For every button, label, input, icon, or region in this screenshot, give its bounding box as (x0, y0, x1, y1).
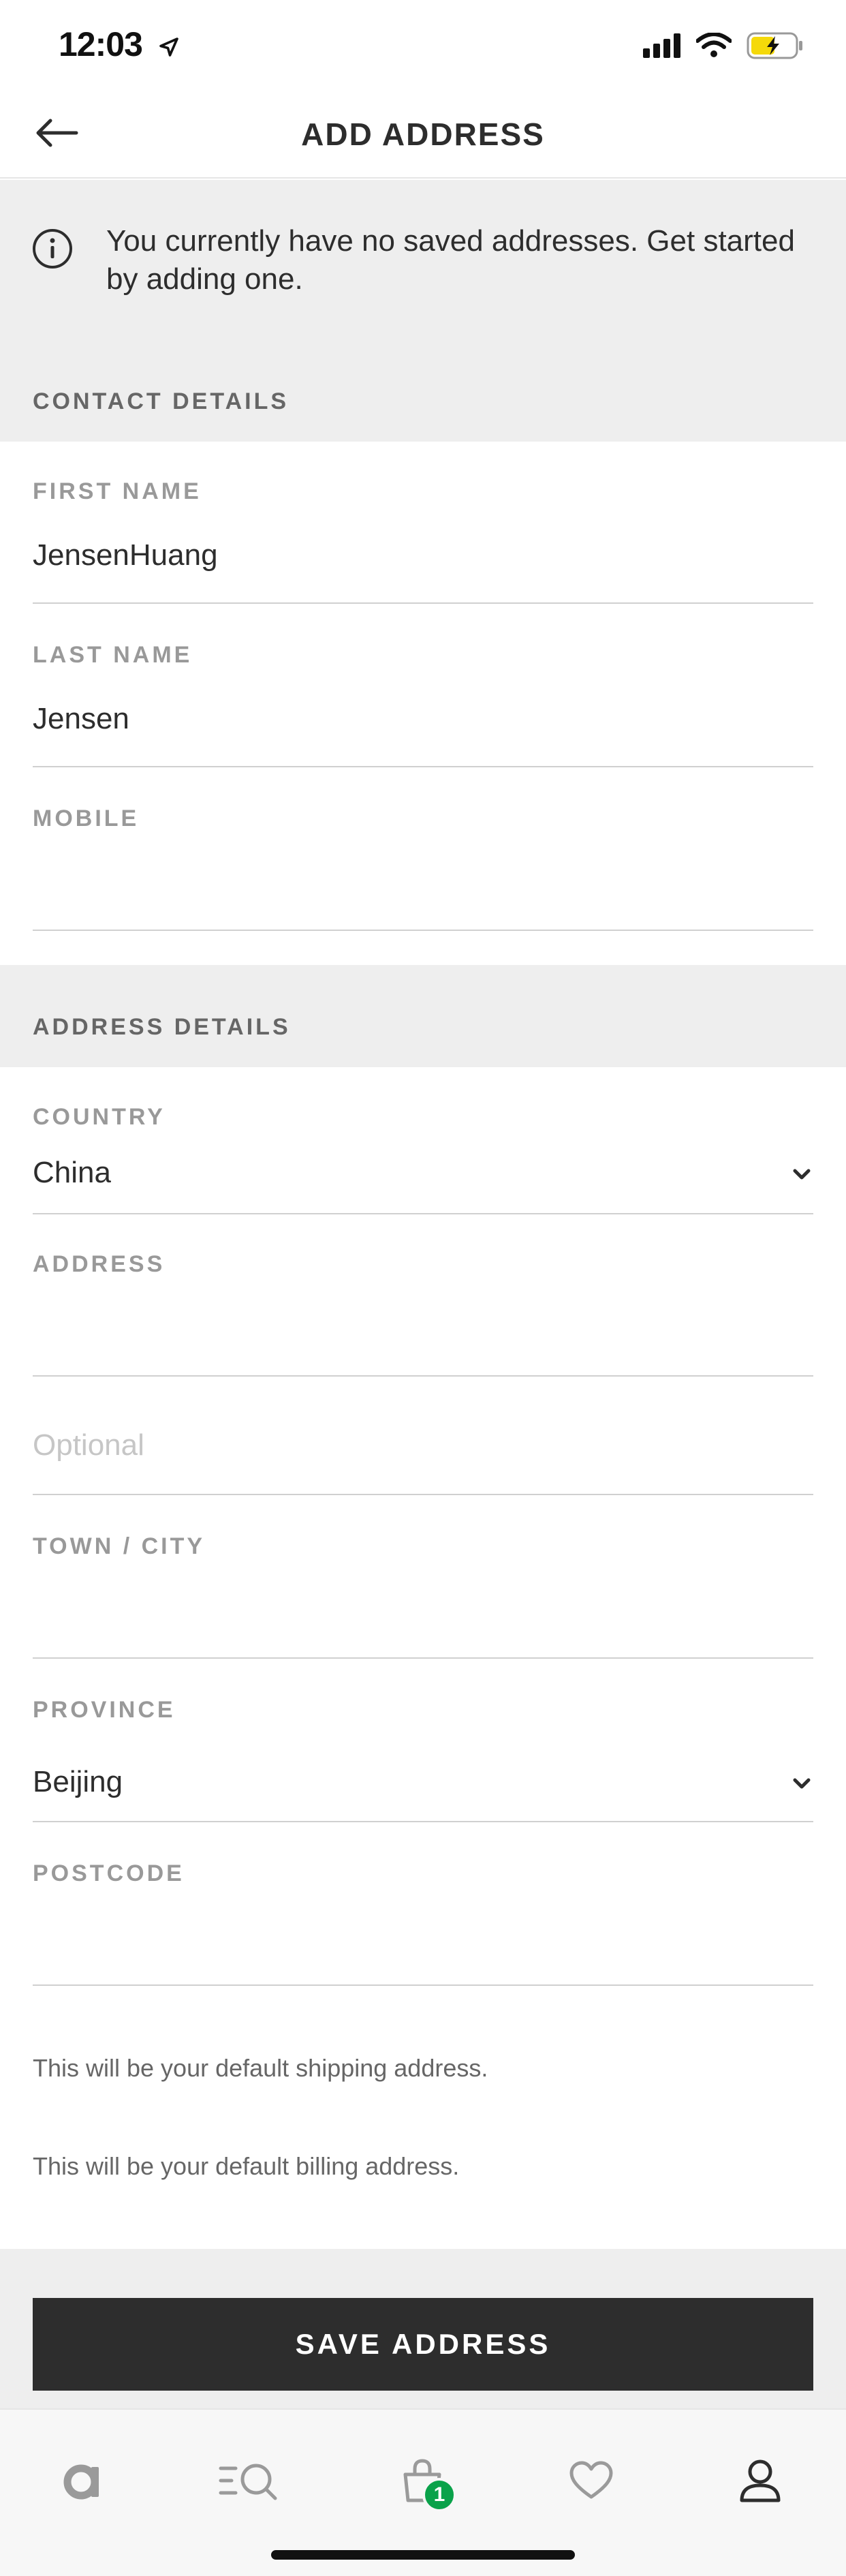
first-name-underline (33, 602, 813, 604)
country-underline (33, 1213, 813, 1214)
status-bar: 12:03 (0, 0, 846, 89)
contact-details-heading: CONTACT DETAILS (33, 388, 289, 414)
address-underline (33, 1375, 813, 1377)
mobile-field[interactable] (33, 865, 813, 920)
last-name-field[interactable]: Jensen (33, 702, 129, 736)
location-arrow-icon (159, 37, 178, 57)
tab-bag[interactable]: 1 (381, 2440, 463, 2521)
chevron-down-icon[interactable] (792, 1164, 812, 1184)
province-label: PROVINCE (33, 1697, 176, 1723)
heart-icon (569, 2461, 613, 2499)
home-logo-icon (63, 2464, 99, 2500)
default-shipping-note: This will be your default shipping addre… (33, 2054, 488, 2082)
tab-home[interactable] (44, 2440, 125, 2521)
page-title: ADD ADDRESS (301, 117, 545, 152)
info-icon (33, 229, 72, 269)
status-icons (643, 29, 804, 63)
first-name-label: FIRST NAME (33, 478, 202, 504)
last-name-label: LAST NAME (33, 642, 193, 668)
province-select[interactable]: Beijing (33, 1765, 123, 1799)
address-details-section: ADDRESS DETAILS (0, 965, 846, 1067)
tab-search[interactable] (211, 2440, 293, 2521)
town-city-label: TOWN / CITY (33, 1533, 206, 1559)
province-underline (33, 1821, 813, 1822)
save-address-button[interactable]: SAVE ADDRESS (33, 2298, 813, 2391)
first-name-field[interactable]: JensenHuang (33, 538, 218, 572)
header: ADD ADDRESS (0, 89, 846, 179)
postcode-underline (33, 1984, 813, 1986)
postcode-field[interactable] (33, 1919, 813, 1974)
wifi-icon (696, 33, 732, 57)
address-optional-underline (33, 1494, 813, 1495)
chevron-down-icon[interactable] (792, 1773, 812, 1794)
town-city-underline (33, 1657, 813, 1659)
tab-saved[interactable] (550, 2440, 632, 2521)
save-area: SAVE ADDRESS (0, 2249, 846, 2408)
postcode-label: POSTCODE (33, 1860, 185, 1886)
bag-count-badge: 1 (422, 2478, 456, 2512)
info-banner-text: You currently have no saved addresses. G… (106, 224, 795, 296)
info-banner: You currently have no saved addresses. G… (0, 180, 846, 442)
address-details-heading: ADDRESS DETAILS (33, 1014, 291, 1040)
account-icon (740, 2459, 781, 2502)
default-billing-note: This will be your default billing addres… (33, 2152, 460, 2180)
search-categories-icon (219, 2464, 277, 2500)
last-name-underline (33, 766, 813, 767)
country-select[interactable]: China (33, 1156, 111, 1190)
tab-account[interactable] (719, 2440, 801, 2521)
battery-charging-icon (747, 32, 802, 59)
cellular-signal-icon (643, 33, 680, 58)
address-optional-field[interactable]: Optional (33, 1428, 144, 1462)
country-label: COUNTRY (33, 1104, 166, 1130)
status-time: 12:03 (59, 25, 181, 64)
home-indicator (271, 2550, 575, 2560)
address-field[interactable] (33, 1310, 813, 1364)
status-time-text: 12:03 (59, 25, 143, 63)
address-label: ADDRESS (33, 1251, 166, 1277)
mobile-label: MOBILE (33, 806, 140, 831)
town-city-field[interactable] (33, 1592, 813, 1646)
mobile-underline (33, 930, 813, 931)
